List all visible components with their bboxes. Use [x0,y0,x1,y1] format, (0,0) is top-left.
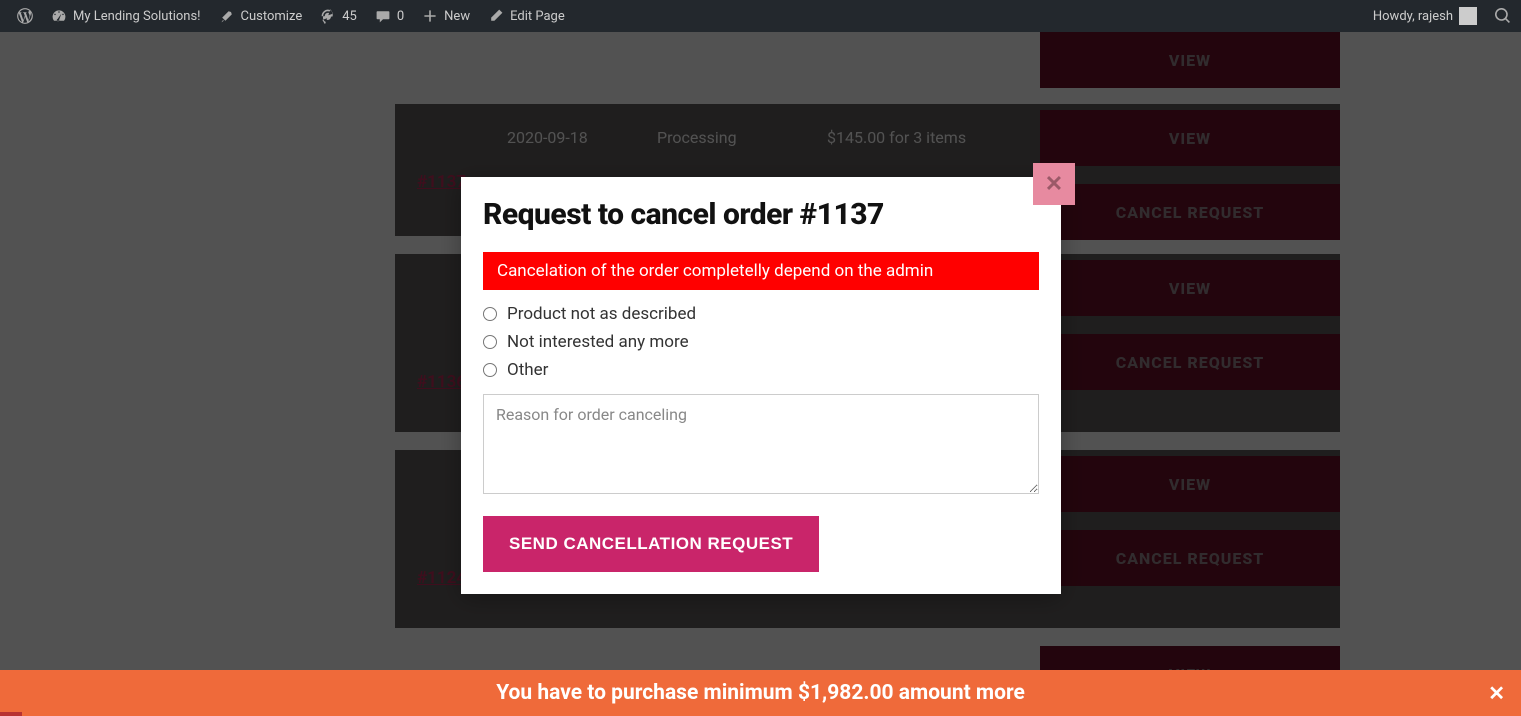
dashboard-icon [51,8,67,24]
wp-admin-bar: My Lending Solutions! Customize 45 0 New [0,0,1521,32]
pencil-icon [488,8,504,24]
send-cancellation-button[interactable]: SEND CANCELLATION REQUEST [483,516,819,572]
min-purchase-banner: You have to purchase minimum $1,982.00 a… [0,670,1521,716]
updates-link[interactable]: 45 [311,0,366,32]
reason-label: Other [507,360,548,380]
reason-label: Not interested any more [507,332,689,352]
comments-count: 0 [397,9,404,24]
customize-label: Customize [241,9,303,24]
new-label: New [444,9,470,24]
brush-icon [219,8,235,24]
new-content-link[interactable]: New [413,0,479,32]
comments-icon [375,8,391,24]
customize-link[interactable]: Customize [210,0,312,32]
search-toggle[interactable] [1493,0,1513,32]
banner-text: You have to purchase minimum $1,982.00 a… [496,681,1025,705]
reason-option[interactable]: Product not as described [483,304,1039,324]
close-icon: ✕ [1045,172,1063,197]
comments-link[interactable]: 0 [366,0,413,32]
my-account-link[interactable]: Howdy, rajesh [1364,0,1481,32]
reason-radio[interactable] [483,307,497,321]
close-icon: ✕ [1488,681,1505,705]
howdy-text: Howdy, rajesh [1373,9,1453,24]
cancel-reason-radios: Product not as described Not interested … [483,304,1039,380]
reason-option[interactable]: Other [483,360,1039,380]
edit-page-link[interactable]: Edit Page [479,0,574,32]
wp-logo[interactable] [8,0,42,32]
cancel-order-modal: ✕ Request to cancel order #1137 Cancelat… [461,177,1061,594]
reason-option[interactable]: Not interested any more [483,332,1039,352]
modal-close-button[interactable]: ✕ [1033,163,1075,205]
banner-close-button[interactable]: ✕ [1488,681,1505,705]
reason-radio[interactable] [483,335,497,349]
updates-icon [320,8,336,24]
updates-count: 45 [342,9,357,24]
modal-title: Request to cancel order #1137 [483,197,1039,232]
search-icon [1495,8,1511,24]
site-name: My Lending Solutions! [73,9,201,24]
site-name-link[interactable]: My Lending Solutions! [42,0,210,32]
purchase-progress-bar [0,712,22,716]
edit-page-label: Edit Page [510,9,565,24]
cancel-reason-textarea[interactable] [483,394,1039,494]
plus-icon [422,8,438,24]
user-avatar [1459,7,1477,25]
wordpress-icon [17,8,33,24]
reason-label: Product not as described [507,304,696,324]
modal-warning: Cancelation of the order completelly dep… [483,252,1039,290]
reason-radio[interactable] [483,363,497,377]
